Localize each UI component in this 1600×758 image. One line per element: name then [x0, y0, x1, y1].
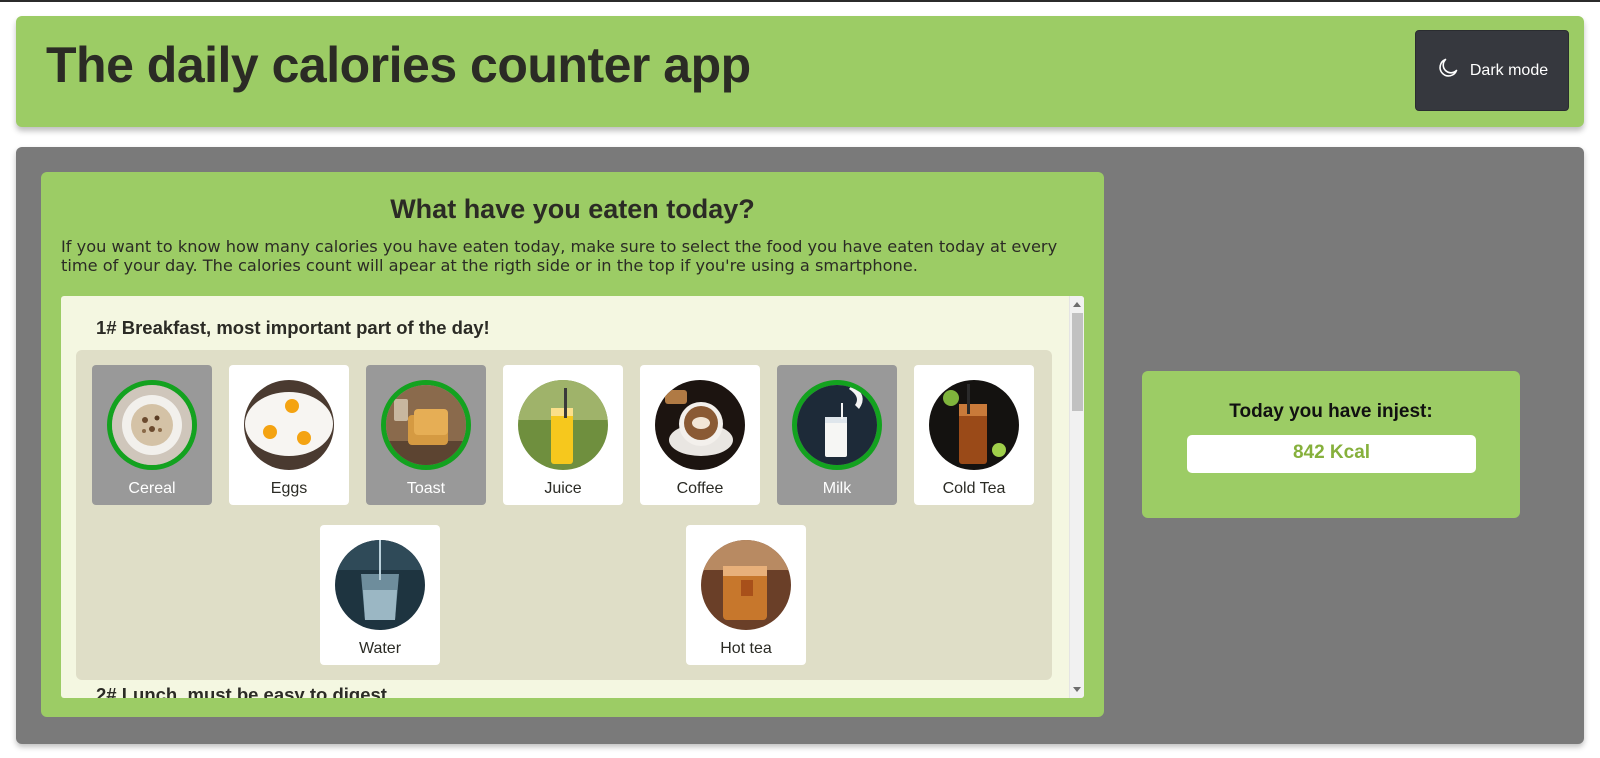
dark-mode-label: Dark mode: [1469, 61, 1549, 79]
app-header: The daily calories counter app Dark mode: [16, 16, 1584, 127]
calories-summary-label: Today you have injest:: [1229, 401, 1433, 422]
top-border: [0, 0, 1600, 2]
food-card-milk[interactable]: Milk: [777, 365, 897, 505]
coffee-image: [655, 380, 745, 470]
scrollbar[interactable]: [1069, 296, 1084, 698]
section-title: What have you eaten today?: [390, 194, 755, 224]
cold-tea-image: [929, 380, 1019, 470]
main-area: What have you eaten today? If you want t…: [16, 147, 1584, 744]
food-card-water[interactable]: Water: [320, 525, 440, 665]
calories-total-value: 842 Kcal: [1187, 435, 1476, 473]
scroll-down-icon[interactable]: [1073, 687, 1081, 692]
food-card-cold-tea[interactable]: Cold Tea: [914, 365, 1034, 505]
food-name: Toast: [406, 480, 446, 497]
food-name: Hot tea: [720, 640, 772, 657]
food-name: Juice: [544, 480, 582, 497]
food-card-juice[interactable]: Juice: [503, 365, 623, 505]
food-card-cereal[interactable]: Cereal: [92, 365, 212, 505]
hot-tea-image: [701, 540, 791, 630]
breakfast-food-grid: Cereal Eggs Toast Juice Coffee Milk Cold…: [76, 350, 1052, 680]
toast-image: [381, 380, 471, 470]
food-name: Water: [358, 640, 402, 657]
milk-image: [792, 380, 882, 470]
meals-scroll-container[interactable]: 1# Breakfast, most important part of the…: [61, 296, 1084, 698]
food-selection-panel: What have you eaten today? If you want t…: [41, 172, 1104, 717]
scroll-up-icon[interactable]: [1073, 302, 1081, 307]
water-image: [335, 540, 425, 630]
dark-mode-button[interactable]: Dark mode: [1415, 30, 1569, 111]
meal-title-lunch: 2# Lunch, must be easy to digest: [96, 684, 387, 698]
food-name: Cold Tea: [942, 480, 1006, 497]
app-title: The daily calories counter app: [46, 37, 751, 93]
food-name: Milk: [822, 480, 852, 497]
food-card-eggs[interactable]: Eggs: [229, 365, 349, 505]
food-name: Cereal: [128, 480, 176, 497]
food-card-hot-tea[interactable]: Hot tea: [686, 525, 806, 665]
eggs-image: [244, 380, 334, 470]
moon-icon: [1439, 58, 1458, 77]
food-card-coffee[interactable]: Coffee: [640, 365, 760, 505]
cereal-image: [107, 380, 197, 470]
juice-image: [518, 380, 608, 470]
food-card-toast[interactable]: Toast: [366, 365, 486, 505]
meal-title-breakfast: 1# Breakfast, most important part of the…: [96, 317, 490, 338]
food-name: Coffee: [676, 480, 724, 497]
calories-summary-panel: Today you have injest: 842 Kcal: [1142, 371, 1520, 518]
intro-text: If you want to know how many calories yo…: [61, 237, 1058, 275]
food-name: Eggs: [270, 480, 308, 497]
scrollbar-thumb[interactable]: [1072, 313, 1083, 411]
